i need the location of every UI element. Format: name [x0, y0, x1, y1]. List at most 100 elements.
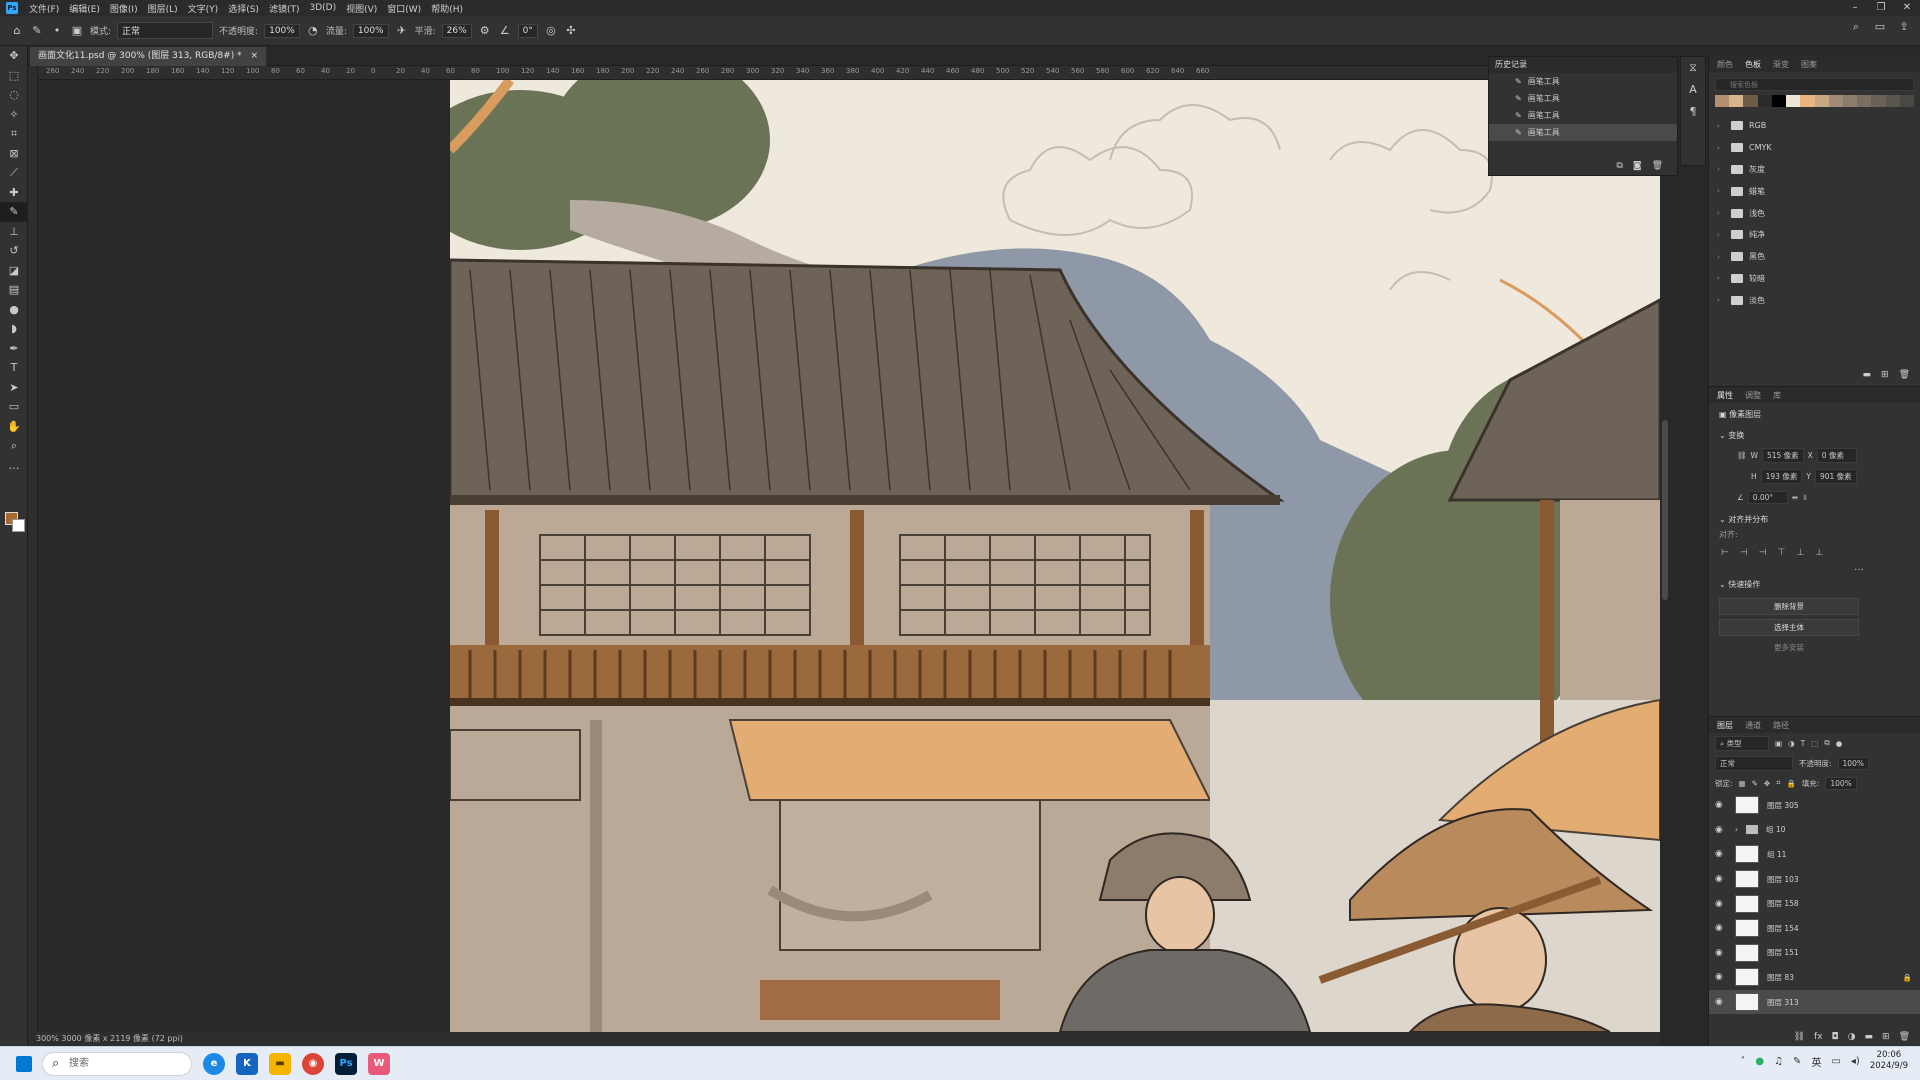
tab-adjustments[interactable]: 调整 [1745, 390, 1761, 401]
ime-icon[interactable]: 英 [1811, 1054, 1821, 1069]
tab-patterns[interactable]: 图案 [1801, 59, 1817, 70]
fx-icon[interactable]: fx [1814, 1032, 1823, 1042]
menu-edit[interactable]: 编辑(E) [64, 2, 105, 15]
app-w-icon[interactable]: W [368, 1052, 390, 1075]
swatch-folder[interactable]: › 黑色 [1709, 246, 1920, 268]
color-swatch[interactable] [1757, 95, 1772, 107]
pressure-opacity-icon[interactable]: ◔ [306, 24, 320, 38]
layer-opacity-field[interactable]: 100% [1837, 756, 1869, 770]
lock-image-icon[interactable]: ✎ [1752, 779, 1758, 788]
history-brush-tool-icon[interactable]: ↺ [0, 241, 28, 261]
artwork-canvas[interactable] [450, 80, 1660, 1032]
filter-pixel-icon[interactable]: ▣ [1775, 739, 1782, 748]
blur-tool-icon[interactable]: ● [0, 300, 28, 320]
layer-row[interactable]: ◉ 图层 158 [1709, 891, 1920, 916]
align-vcenter-icon[interactable]: ⊥ [1796, 548, 1804, 558]
align-left-icon[interactable]: ⊢ [1721, 548, 1729, 558]
dodge-tool-icon[interactable]: ◗ [0, 319, 28, 339]
minimize-icon[interactable]: – [1842, 0, 1868, 16]
color-swatch[interactable] [1743, 95, 1758, 107]
lasso-tool-icon[interactable]: ◌ [0, 85, 28, 105]
new-document-icon[interactable]: ⧉ [1616, 161, 1622, 171]
close-icon[interactable]: ✕ [1894, 0, 1920, 16]
width-field[interactable]: 515 像素 [1761, 448, 1804, 463]
pen-tool-icon[interactable]: ✒ [0, 339, 28, 359]
layer-row[interactable]: ◉ 组 11 [1709, 842, 1920, 867]
healing-brush-tool-icon[interactable]: ✚ [0, 183, 28, 203]
select-subject-button[interactable]: 选择主体 [1719, 619, 1859, 636]
document-tab[interactable]: 画面文化11.psd @ 300% (图层 313, RGB/8#) * × [30, 47, 267, 66]
restore-icon[interactable]: ❐ [1868, 0, 1894, 16]
more-actions-link[interactable]: 更多安装 [1719, 640, 1859, 657]
color-swatch[interactable] [1814, 95, 1829, 107]
y-field[interactable]: 901 像素 [1814, 469, 1857, 484]
chrome-icon[interactable]: ◉ [302, 1052, 324, 1075]
path-select-tool-icon[interactable]: ➤ [0, 378, 28, 398]
clock[interactable]: 20:06 2024/9/9 [1870, 1050, 1908, 1072]
x-field[interactable]: 0 像素 [1816, 448, 1857, 463]
tab-swatches[interactable]: 色板 [1745, 59, 1761, 70]
blend-mode-select[interactable]: 正常 [1715, 755, 1793, 771]
canvas-area[interactable] [38, 80, 1660, 1032]
swatch-folder[interactable]: › 淡色 [1709, 289, 1920, 311]
volume-icon[interactable]: ◂) [1851, 1056, 1860, 1067]
layer-row[interactable]: ◉ 图层 83 🔒 [1709, 965, 1920, 990]
layer-row[interactable]: ◉ 图层 305 [1709, 793, 1920, 818]
layer-filter-select[interactable]: ⌕ 类型 [1715, 735, 1769, 751]
tab-libraries[interactable]: 库 [1773, 390, 1781, 401]
pen-icon[interactable]: ✎ [1793, 1056, 1801, 1067]
filter-smart-icon[interactable]: ⧉ [1824, 738, 1829, 748]
eye-icon[interactable]: ◉ [1715, 923, 1727, 933]
frame-tool-icon[interactable]: ⊠ [0, 144, 28, 164]
tab-paths[interactable]: 路径 [1773, 720, 1789, 731]
eye-icon[interactable]: ◉ [1715, 948, 1727, 958]
home-icon[interactable]: ⌂ [10, 24, 24, 38]
filter-shape-icon[interactable]: ⬚ [1811, 739, 1818, 748]
lock-position-icon[interactable]: ✥ [1764, 779, 1770, 788]
more-tools-icon[interactable]: … [0, 456, 28, 476]
color-swatch[interactable] [1800, 95, 1815, 107]
color-swatch[interactable] [1771, 95, 1787, 107]
more-options-icon[interactable]: … [1709, 562, 1920, 573]
symmetry-icon[interactable]: ✣ [564, 24, 578, 38]
marquee-tool-icon[interactable]: ⬚ [0, 66, 28, 86]
history-item[interactable]: ✎ 画笔工具 [1489, 73, 1677, 90]
menu-help[interactable]: 帮助(H) [426, 2, 468, 15]
menu-window[interactable]: 窗口(W) [382, 2, 426, 15]
paragraph-panel-icon[interactable]: ¶ [1681, 101, 1705, 123]
menu-view[interactable]: 视图(V) [341, 2, 382, 15]
color-swatch[interactable] [1729, 95, 1744, 107]
stamp-tool-icon[interactable]: ⊥ [0, 222, 28, 242]
align-hcenter-icon[interactable]: ⊣ [1740, 548, 1748, 558]
eye-icon[interactable]: ◉ [1715, 825, 1727, 835]
tab-layers[interactable]: 图层 [1717, 720, 1733, 731]
hand-tool-icon[interactable]: ✋ [0, 417, 28, 437]
background-color[interactable] [12, 519, 25, 532]
flip-vertical-icon[interactable]: ⇳ [1802, 493, 1808, 502]
pressure-size-icon[interactable]: ◎ [544, 24, 558, 38]
snapshot-camera-icon[interactable]: ◙ [1633, 161, 1642, 171]
tab-channels[interactable]: 通道 [1745, 720, 1761, 731]
history-item[interactable]: ✎ 画笔工具 [1489, 107, 1677, 124]
color-swatch[interactable] [1857, 95, 1872, 107]
color-swatches[interactable] [5, 512, 25, 532]
align-top-icon[interactable]: ⊤ [1778, 548, 1786, 558]
microphone-icon[interactable]: ♫ [1774, 1056, 1783, 1067]
color-swatch[interactable] [1786, 95, 1801, 107]
new-group-icon[interactable]: ▬ [1865, 1032, 1874, 1042]
move-tool-icon[interactable]: ✥ [0, 46, 28, 66]
menu-type[interactable]: 文字(Y) [183, 2, 224, 15]
menu-file[interactable]: 文件(F) [24, 2, 64, 15]
brush-settings-icon[interactable]: ▣ [70, 24, 84, 38]
fill-field[interactable]: 100% [1825, 776, 1857, 790]
height-field[interactable]: 193 像素 [1760, 469, 1803, 484]
remove-background-button[interactable]: 删除背景 [1719, 598, 1859, 615]
layer-row[interactable]: ◉ 图层 103 [1709, 867, 1920, 892]
file-explorer-icon[interactable]: ▬ [269, 1052, 291, 1075]
eye-icon[interactable]: ◉ [1715, 972, 1727, 982]
lock-artboard-icon[interactable]: ⌗ [1776, 778, 1780, 788]
filter-toggle-icon[interactable]: ● [1836, 739, 1843, 748]
eye-icon[interactable]: ◉ [1715, 997, 1727, 1007]
brush-tool-icon[interactable]: ✎ [30, 24, 44, 38]
new-swatch-icon[interactable]: ⊞ [1881, 370, 1889, 380]
